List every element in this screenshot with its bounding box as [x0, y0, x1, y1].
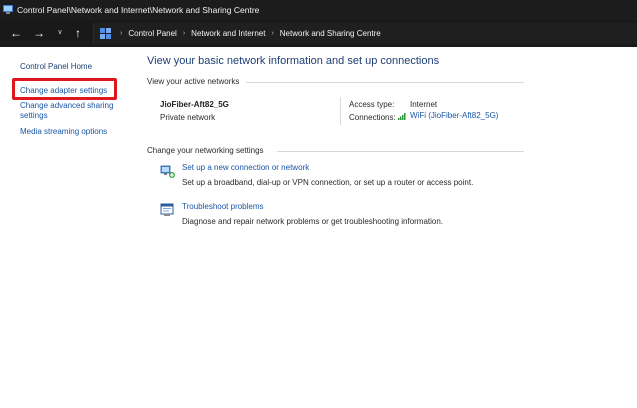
troubleshoot-problems-link[interactable]: Troubleshoot problems: [182, 202, 264, 211]
navigation-bar: ← → ∨ ↑ › Control Panel › Network and In…: [0, 20, 637, 47]
main-panel: View your basic network information and …: [140, 47, 637, 408]
window-title: Control Panel\Network and Internet\Netwo…: [17, 5, 260, 15]
chevron-right-icon[interactable]: ›: [183, 30, 185, 37]
troubleshoot-icon: [160, 203, 174, 216]
sidebar-item-change-advanced-sharing-settings[interactable]: Change advanced sharing settings: [20, 101, 120, 121]
section-divider: [246, 82, 524, 83]
breadcrumb-network-and-sharing-centre[interactable]: Network and Sharing Centre: [280, 29, 381, 38]
setup-new-connection-link[interactable]: Set up a new connection or network: [182, 163, 309, 172]
task-troubleshoot: Troubleshoot problems Diagnose and repai…: [160, 200, 480, 228]
sidebar-item-label: Change advanced sharing settings: [20, 101, 114, 120]
wifi-connection-link[interactable]: WiFi (JioFiber-Aft82_5G): [398, 111, 498, 120]
setup-new-connection-description: Set up a broadband, dial-up or VPN conne…: [182, 178, 474, 187]
access-type-label: Access type:: [349, 100, 395, 109]
section-divider: [277, 151, 524, 152]
forward-arrow-icon[interactable]: →: [32, 26, 46, 40]
address-field[interactable]: › Control Panel › Network and Internet ›…: [93, 23, 637, 44]
connections-label: Connections:: [349, 113, 396, 122]
recent-locations-chevron-icon[interactable]: ∨: [53, 26, 67, 40]
active-networks-label: View your active networks: [147, 77, 240, 86]
sidebar-item-change-adapter-settings[interactable]: Change adapter settings: [20, 86, 107, 96]
control-panel-icon: [100, 28, 111, 39]
wifi-connection-label: WiFi (JioFiber-Aft82_5G): [410, 111, 499, 120]
up-arrow-icon[interactable]: ↑: [71, 26, 85, 40]
vertical-divider: [340, 97, 341, 125]
new-connection-icon: [160, 165, 175, 178]
wifi-signal-icon: [398, 112, 406, 120]
access-type-value: Internet: [410, 100, 438, 109]
title-bar: Control Panel\Network and Internet\Netwo…: [0, 0, 637, 20]
troubleshoot-problems-description: Diagnose and repair network problems or …: [182, 217, 444, 226]
breadcrumb-network-and-internet[interactable]: Network and Internet: [191, 29, 265, 38]
page-title: View your basic network information and …: [147, 55, 440, 67]
breadcrumb-control-panel[interactable]: Control Panel: [128, 29, 176, 38]
network-name: JioFiber-Aft82_5G: [160, 100, 229, 109]
breadcrumb: › Control Panel › Network and Internet ›…: [114, 29, 381, 38]
network-type: Private network: [160, 113, 216, 122]
chevron-right-icon[interactable]: ›: [120, 30, 122, 37]
sidebar-item-control-panel-home[interactable]: Control Panel Home: [20, 62, 92, 72]
sidebar-item-media-streaming-options[interactable]: Media streaming options: [20, 127, 107, 137]
chevron-right-icon[interactable]: ›: [271, 30, 273, 37]
sidebar: Control Panel Home Change adapter settin…: [0, 47, 140, 408]
task-new-connection: Set up a new connection or network Set u…: [160, 161, 480, 189]
back-arrow-icon[interactable]: ←: [9, 26, 23, 40]
control-panel-icon: [3, 5, 13, 14]
change-settings-label: Change your networking settings: [147, 146, 264, 155]
